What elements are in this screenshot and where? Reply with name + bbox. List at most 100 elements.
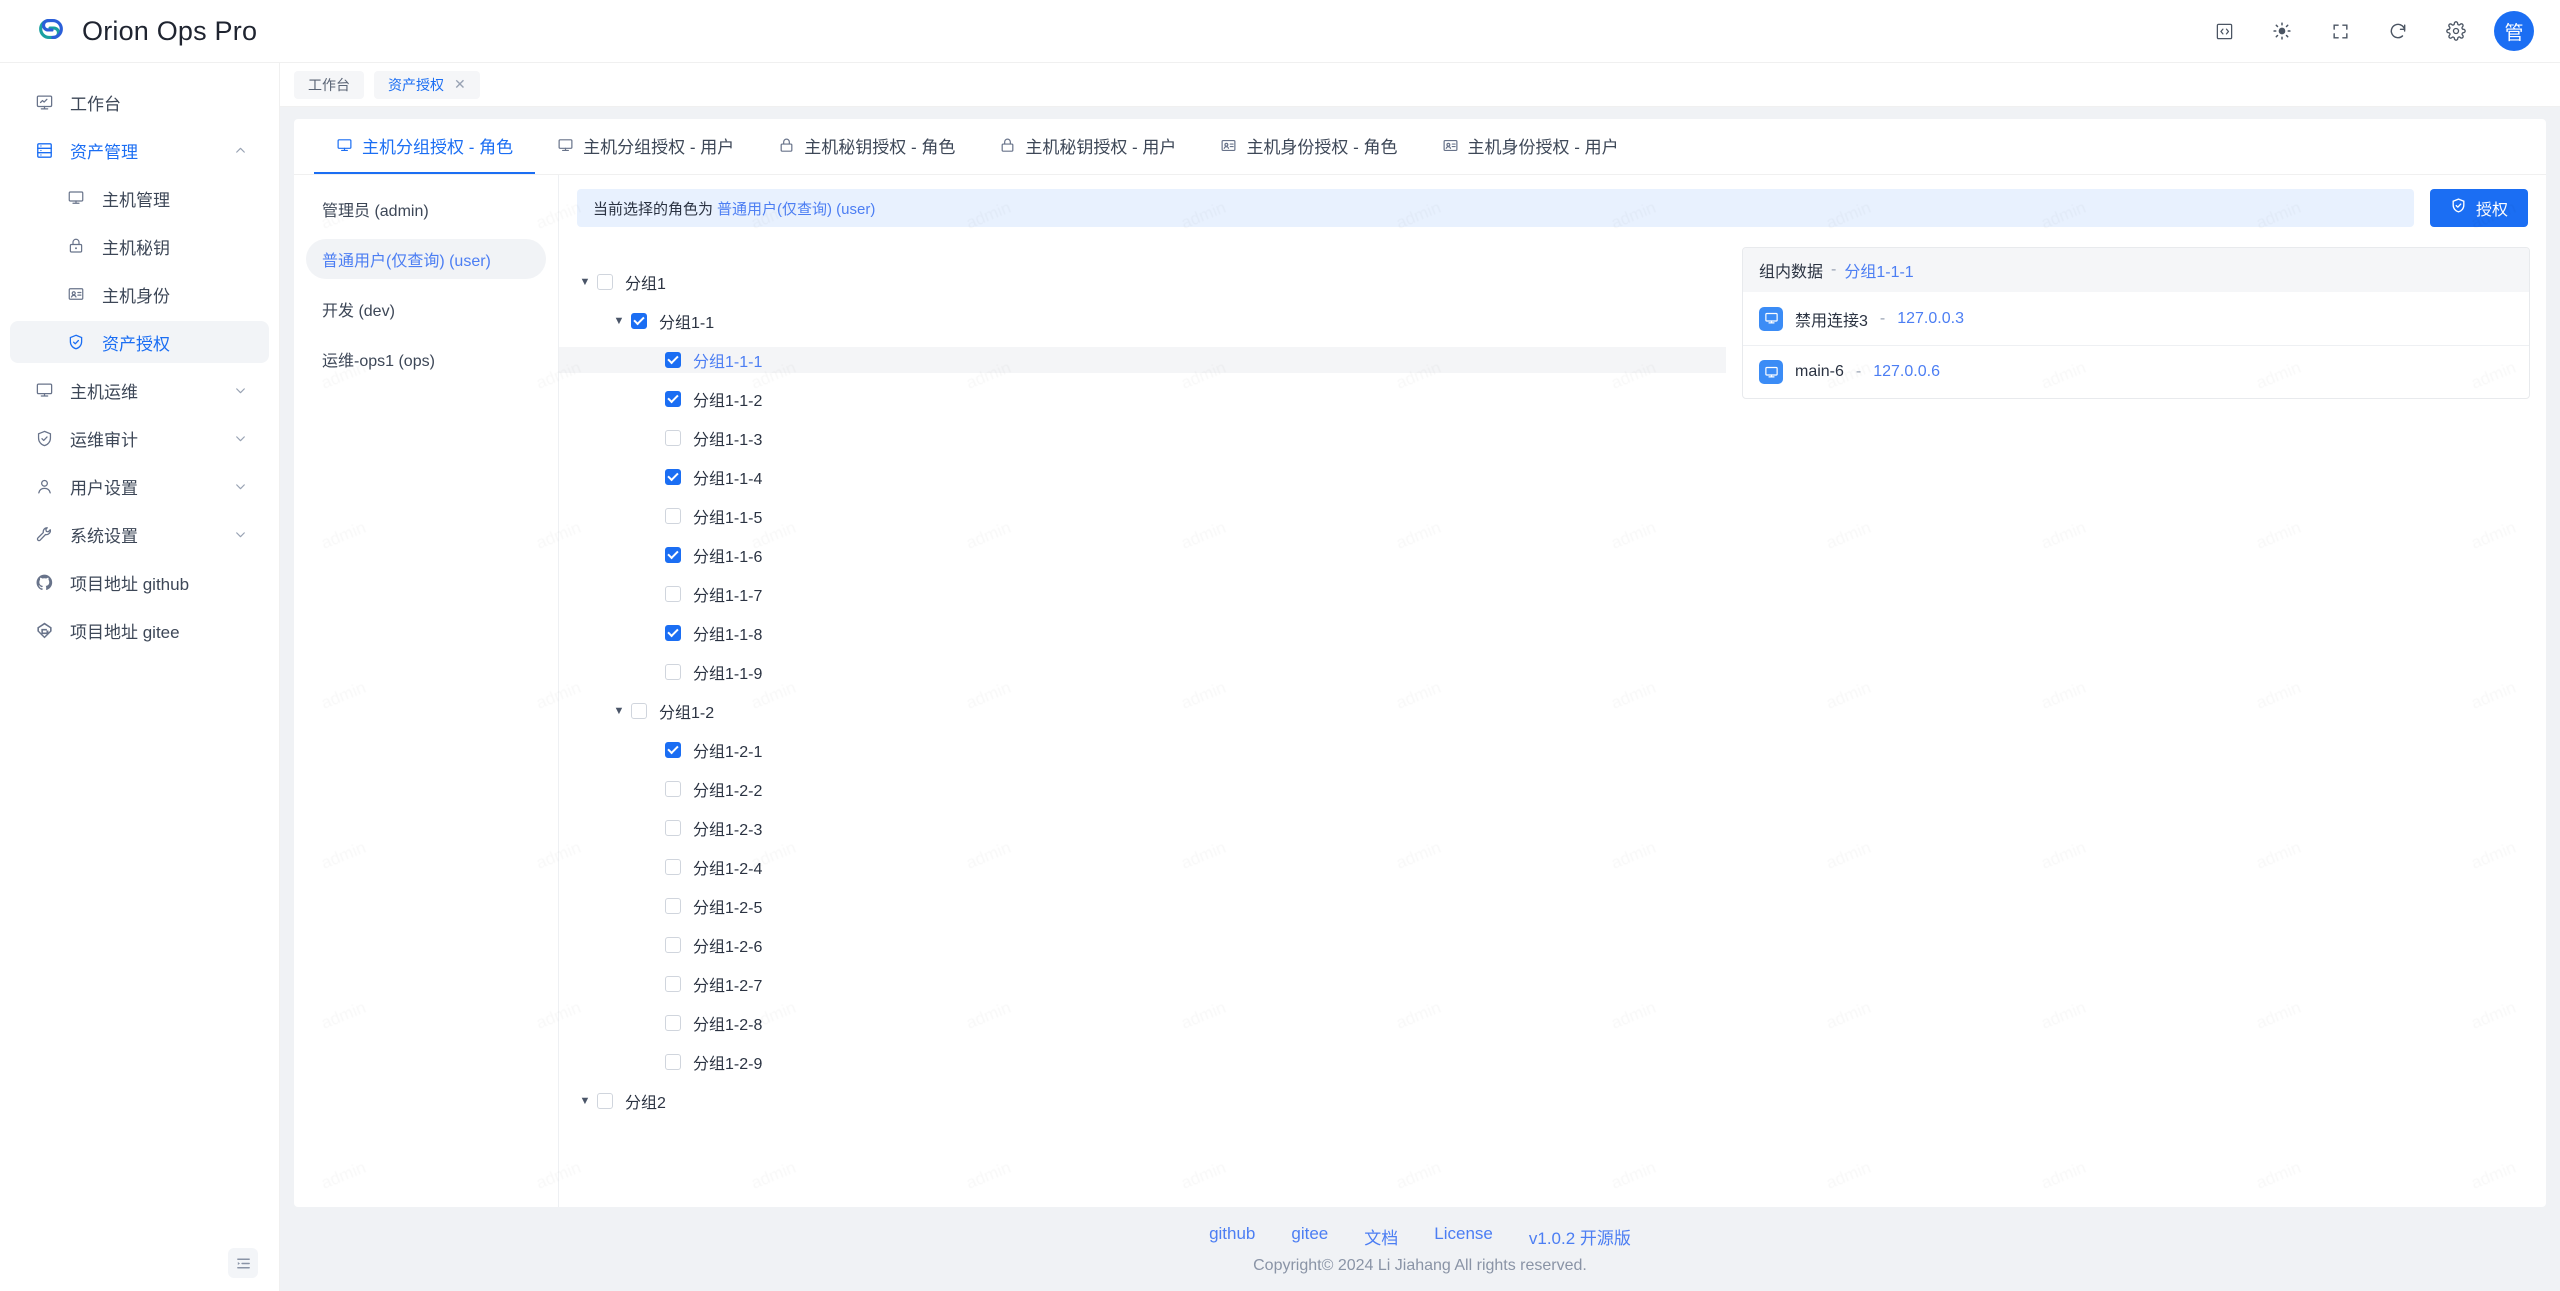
tree-node[interactable]: ▼分组1-1-2: [559, 386, 1726, 412]
id-card-icon: [66, 284, 86, 304]
close-icon[interactable]: ✕: [454, 76, 466, 93]
sidebar-item-label: 主机管理: [102, 190, 170, 210]
sidebar-item-label: 项目地址 gitee: [70, 622, 180, 642]
sidebar-item-workbench[interactable]: 工作台: [10, 81, 269, 123]
sidebar-item-host-management[interactable]: 主机管理: [10, 177, 269, 219]
footer-link-version[interactable]: v1.0.2 开源版: [1529, 1224, 1631, 1249]
tree-node-checkbox[interactable]: [665, 586, 681, 602]
theme-sun-icon[interactable]: [2262, 11, 2302, 51]
tree-node[interactable]: ▼分组1-1-6: [559, 542, 1726, 568]
tree-node-checkbox[interactable]: [665, 352, 681, 368]
tree-node-checkbox[interactable]: [665, 1054, 681, 1070]
sidebar-item-host-identity[interactable]: 主机身份: [10, 273, 269, 315]
tree-node[interactable]: ▼分组1-2-1: [559, 737, 1726, 763]
group-tree[interactable]: ▼分组1▼分组1-1▼分组1-1-1▼分组1-1-2▼分组1-1-3▼分组1-1…: [559, 235, 1726, 1207]
tree-node-checkbox[interactable]: [665, 1015, 681, 1031]
role-item-ops[interactable]: 运维-ops1 (ops): [306, 339, 546, 379]
tree-node[interactable]: ▼分组1-2-2: [559, 776, 1726, 802]
footer-link-gitee[interactable]: gitee: [1291, 1224, 1328, 1249]
fullscreen-icon[interactable]: [2320, 11, 2360, 51]
tree-node[interactable]: ▼分组1-1-5: [559, 503, 1726, 529]
page-tab-workbench[interactable]: 工作台: [294, 70, 364, 99]
role-item-user[interactable]: 普通用户(仅查询) (user): [306, 239, 546, 279]
tree-node-checkbox[interactable]: [665, 625, 681, 641]
tree-node-checkbox[interactable]: [665, 820, 681, 836]
sidebar-item-label: 主机身份: [102, 286, 170, 306]
app-header: Orion Ops Pro 管: [0, 0, 2560, 63]
tree-node[interactable]: ▼分组1-2-7: [559, 971, 1726, 997]
tree-node-checkbox[interactable]: [631, 703, 647, 719]
tree-node[interactable]: ▼分组1-1-7: [559, 581, 1726, 607]
tab-host-identity-auth-role[interactable]: 主机身份授权 - 角色: [1198, 119, 1419, 174]
footer-link-docs[interactable]: 文档: [1364, 1224, 1398, 1249]
tree-node[interactable]: ▼分组1-1-4: [559, 464, 1726, 490]
tree-node[interactable]: ▼分组1-2-3: [559, 815, 1726, 841]
authorize-button[interactable]: 授权: [2429, 189, 2528, 227]
caret-down-icon[interactable]: ▼: [573, 276, 597, 288]
refresh-icon[interactable]: [2378, 11, 2418, 51]
tab-host-key-auth-role[interactable]: 主机秘钥授权 - 角色: [756, 119, 977, 174]
caret-down-icon[interactable]: ▼: [607, 315, 631, 327]
tree-node-checkbox[interactable]: [665, 859, 681, 875]
role-item-dev[interactable]: 开发 (dev): [306, 289, 546, 329]
tree-node-checkbox[interactable]: [665, 976, 681, 992]
tree-node-checkbox[interactable]: [665, 781, 681, 797]
tree-node[interactable]: ▼分组1-1-1: [559, 347, 1726, 373]
tab-host-key-auth-user[interactable]: 主机秘钥授权 - 用户: [977, 119, 1198, 174]
toolbar: 当前选择的角色为 普通用户(仅查询) (user) 授权: [559, 175, 2546, 235]
tree-node-checkbox[interactable]: [665, 391, 681, 407]
tab-host-group-auth-role[interactable]: 主机分组授权 - 角色: [314, 119, 536, 174]
page-tab-asset-authorization[interactable]: 资产授权 ✕: [374, 70, 480, 99]
tree-node[interactable]: ▼分组1-2-6: [559, 932, 1726, 958]
tab-host-group-auth-user[interactable]: 主机分组授权 - 用户: [535, 119, 756, 174]
tree-node-checkbox[interactable]: [597, 274, 613, 290]
tree-node[interactable]: ▼ 分组1-2: [559, 698, 1726, 724]
gear-icon[interactable]: [2436, 11, 2476, 51]
tab-host-identity-auth-user[interactable]: 主机身份授权 - 用户: [1420, 119, 1641, 174]
tree-node-label: 分组1-2-3: [693, 822, 763, 839]
code-icon[interactable]: [2204, 11, 2244, 51]
sidebar-item-asset-authorization[interactable]: 资产授权: [10, 321, 269, 363]
tree-node-checkbox[interactable]: [665, 742, 681, 758]
tree-node[interactable]: ▼分组1-2-4: [559, 854, 1726, 880]
tree-node[interactable]: ▼分组1-1-8: [559, 620, 1726, 646]
sidebar-item-gitee[interactable]: 项目地址 gitee: [10, 609, 269, 651]
tree-node[interactable]: ▼ 分组1: [559, 269, 1726, 295]
tree-node-checkbox[interactable]: [665, 547, 681, 563]
tree-node-checkbox[interactable]: [665, 430, 681, 446]
tree-node[interactable]: ▼分组1-2-5: [559, 893, 1726, 919]
role-item-admin[interactable]: 管理员 (admin): [306, 189, 546, 229]
sidebar-item-host-ops[interactable]: 主机运维: [10, 369, 269, 411]
role-label: 管理员 (admin): [322, 203, 429, 220]
tree-node-checkbox[interactable]: [665, 898, 681, 914]
tree-node-checkbox[interactable]: [631, 313, 647, 329]
brand[interactable]: Orion Ops Pro: [36, 14, 257, 49]
tree-node-checkbox[interactable]: [665, 508, 681, 524]
footer-link-license[interactable]: License: [1434, 1224, 1493, 1249]
caret-down-icon[interactable]: ▼: [607, 705, 631, 717]
footer-link-github[interactable]: github: [1209, 1224, 1255, 1249]
tree-node[interactable]: ▼ 分组2: [559, 1088, 1726, 1114]
tree-node-checkbox[interactable]: [665, 469, 681, 485]
tree-node[interactable]: ▼ 分组1-1: [559, 308, 1726, 334]
sidebar-item-asset-management[interactable]: 资产管理: [10, 129, 269, 171]
tree-node-checkbox[interactable]: [597, 1093, 613, 1109]
sidebar-item-ops-audit[interactable]: 运维审计: [10, 417, 269, 459]
sidebar-item-host-key[interactable]: 主机秘钥: [10, 225, 269, 267]
menu-fold-icon[interactable]: [228, 1248, 258, 1278]
caret-down-icon[interactable]: ▼: [573, 1095, 597, 1107]
avatar[interactable]: 管: [2494, 11, 2534, 51]
tree-node[interactable]: ▼分组1-1-3: [559, 425, 1726, 451]
group-data-row[interactable]: main-6-127.0.0.6: [1743, 345, 2529, 398]
tree-node-checkbox[interactable]: [665, 664, 681, 680]
tree-node[interactable]: ▼分组1-1-9: [559, 659, 1726, 685]
tree-node[interactable]: ▼分组1-2-9: [559, 1049, 1726, 1075]
page-tab-label: 工作台: [308, 76, 350, 93]
tree-node[interactable]: ▼分组1-2-8: [559, 1010, 1726, 1036]
group-data-row[interactable]: 禁用连接3-127.0.0.3: [1743, 292, 2529, 345]
tree-node-checkbox[interactable]: [665, 937, 681, 953]
sidebar-item-system-settings[interactable]: 系统设置: [10, 513, 269, 555]
sidebar-item-user-settings[interactable]: 用户设置: [10, 465, 269, 507]
tree-node-label: 分组1-1: [659, 315, 715, 332]
sidebar-item-github[interactable]: 项目地址 github: [10, 561, 269, 603]
